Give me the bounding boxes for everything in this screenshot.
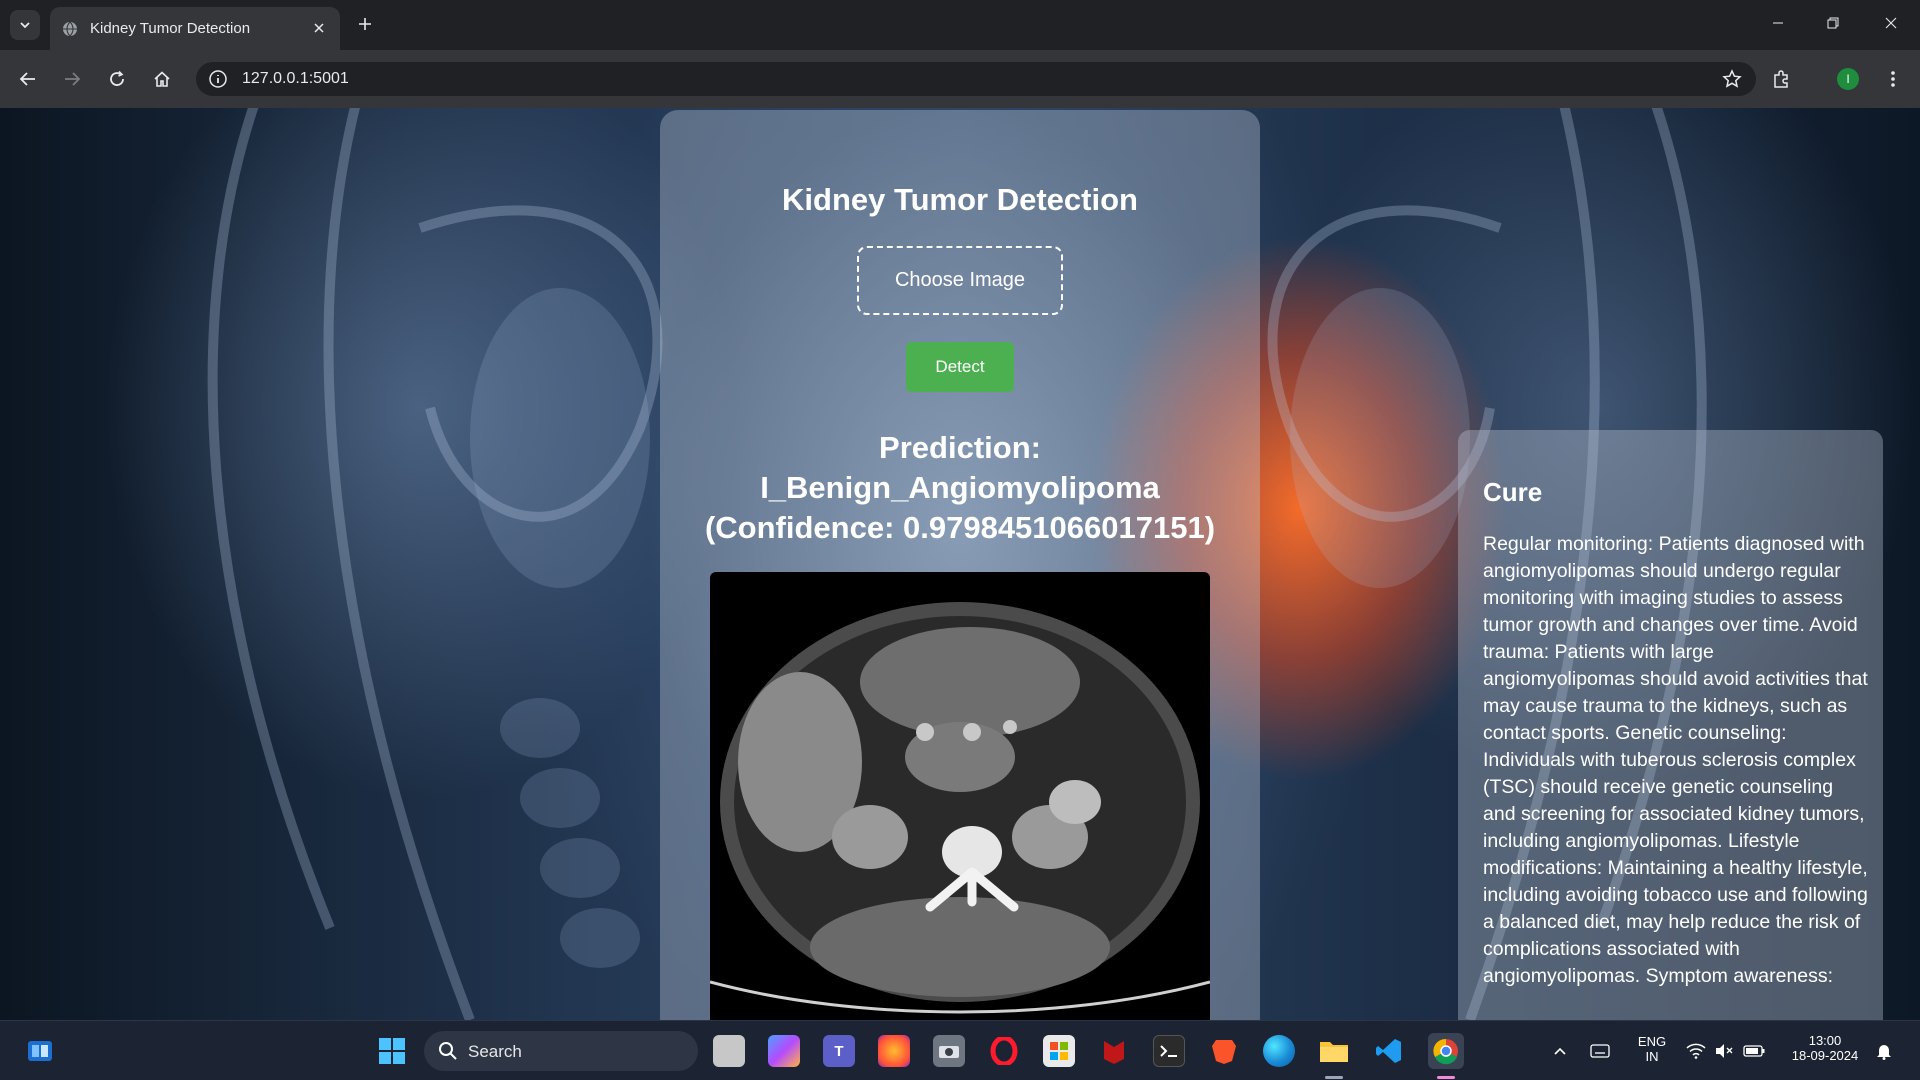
profile-avatar[interactable]: I <box>1837 68 1859 90</box>
close-icon <box>314 23 324 33</box>
detect-button[interactable]: Detect <box>906 342 1014 392</box>
chevron-up-icon[interactable] <box>1548 1035 1572 1067</box>
address-bar[interactable]: 127.0.0.1:5001 <box>196 62 1756 96</box>
url-text: 127.0.0.1:5001 <box>242 70 349 87</box>
firefox-icon[interactable] <box>878 1035 910 1067</box>
arrow-left-icon <box>19 72 35 86</box>
browser-tab-strip: Kidney Tumor Detection <box>0 0 1920 50</box>
clock[interactable]: 13:00 18-09-2024 <box>1780 1033 1870 1063</box>
camera-icon[interactable] <box>933 1035 965 1067</box>
keyboard-icon[interactable] <box>1588 1035 1612 1067</box>
globe-icon <box>63 21 77 37</box>
battery-icon[interactable] <box>1741 1035 1767 1067</box>
prediction-label: Prediction: <box>879 430 1041 465</box>
edge-icon[interactable] <box>1263 1035 1295 1067</box>
ct-scan-image <box>710 572 1210 1020</box>
prediction-result: Prediction: I_Benign_Angiomyolipoma (Con… <box>690 428 1230 548</box>
teams-icon[interactable]: T <box>823 1035 855 1067</box>
more-vertical-icon <box>1891 71 1895 87</box>
file-explorer-icon[interactable] <box>1318 1035 1350 1067</box>
terminal-icon[interactable] <box>1153 1035 1185 1067</box>
plus-icon <box>359 18 371 30</box>
cure-description: Regular monitoring: Patients diagnosed w… <box>1483 533 1868 987</box>
cure-panel: Cure Regular monitoring: Patients diagno… <box>1458 430 1883 1020</box>
file-manager-icon[interactable] <box>713 1035 745 1067</box>
extensions-button[interactable] <box>1765 63 1797 95</box>
page-title: Kidney Tumor Detection <box>782 182 1138 217</box>
notification-bell-icon[interactable] <box>1872 1035 1896 1067</box>
reload-icon <box>110 70 124 86</box>
wifi-icon[interactable] <box>1683 1035 1709 1067</box>
minimize-button[interactable] <box>1755 0 1800 46</box>
taskbar-search[interactable]: Search <box>424 1031 698 1071</box>
windows-start-icon[interactable] <box>376 1035 408 1067</box>
page-viewport: Kidney Tumor Detection Choose Image Dete… <box>0 108 1920 1020</box>
brave-icon[interactable] <box>1208 1035 1240 1067</box>
language-code: ENG <box>1637 1034 1667 1049</box>
minimize-icon <box>1772 22 1783 24</box>
chevron-down-icon <box>20 22 30 29</box>
prediction-class: I_Benign_Angiomyolipoma <box>760 470 1160 505</box>
region-code: IN <box>1645 1049 1659 1064</box>
reload-button[interactable] <box>101 63 133 95</box>
info-icon[interactable] <box>208 69 228 89</box>
cure-heading: Cure <box>1483 477 1543 507</box>
volume-muted-icon[interactable] <box>1711 1035 1737 1067</box>
search-icon <box>439 1042 457 1060</box>
browser-menu-button[interactable] <box>1877 63 1909 95</box>
tab-search-button[interactable] <box>10 10 40 40</box>
back-button[interactable] <box>12 63 44 95</box>
copilot-icon[interactable] <box>768 1035 800 1067</box>
home-icon <box>154 71 170 87</box>
opera-icon[interactable] <box>988 1035 1020 1067</box>
home-button[interactable] <box>146 63 178 95</box>
restore-icon <box>1827 17 1838 29</box>
arrow-right-icon <box>65 72 81 86</box>
bookmark-star-icon[interactable] <box>1722 69 1742 89</box>
choose-image-button[interactable]: Choose Image <box>857 246 1063 315</box>
vscode-icon[interactable] <box>1373 1035 1405 1067</box>
tab-title: Kidney Tumor Detection <box>90 20 251 37</box>
clock-date: 18-09-2024 <box>1791 1048 1859 1063</box>
clock-time: 13:00 <box>1808 1033 1842 1048</box>
close-icon <box>1885 17 1896 29</box>
close-window-button[interactable] <box>1868 0 1913 46</box>
language-indicator[interactable]: ENG IN <box>1632 1034 1672 1064</box>
forward-button[interactable] <box>56 63 88 95</box>
browser-tab-active[interactable]: Kidney Tumor Detection <box>50 7 340 50</box>
tab-close-button[interactable] <box>309 18 329 38</box>
prediction-confidence: (Confidence: 0.9798451066017151) <box>704 510 1216 545</box>
os-taskbar: Search T ENG IN 13:00 18-09-2024 <box>0 1020 1920 1080</box>
detection-card: Kidney Tumor Detection Choose Image Dete… <box>660 110 1260 1020</box>
mcafee-icon[interactable] <box>1098 1035 1130 1067</box>
store-icon[interactable] <box>1043 1035 1075 1067</box>
restore-button[interactable] <box>1810 0 1855 46</box>
new-tab-button[interactable] <box>352 11 378 37</box>
puzzle-icon <box>1774 70 1788 88</box>
browser-toolbar: 127.0.0.1:5001 I <box>0 50 1920 108</box>
running-indicator <box>1325 1076 1343 1079</box>
search-label: Search <box>468 1042 522 1061</box>
active-app-indicator <box>1437 1076 1455 1079</box>
chrome-icon[interactable] <box>1428 1033 1464 1069</box>
widgets-icon[interactable] <box>24 1035 56 1067</box>
